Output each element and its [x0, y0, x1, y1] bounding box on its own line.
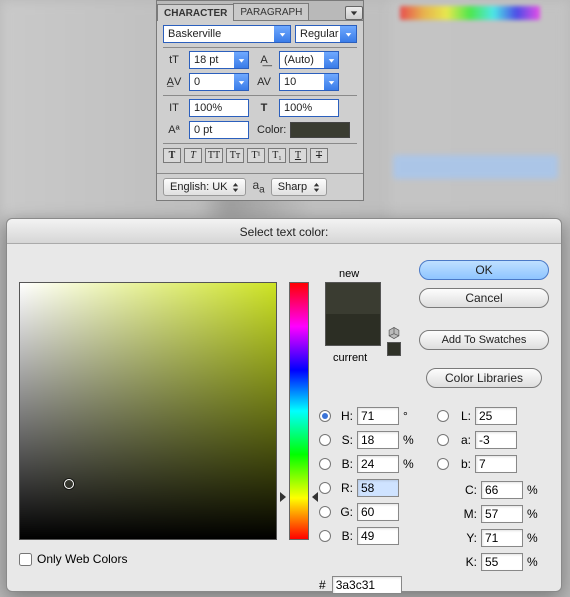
dialog-title: Select text color:: [7, 219, 561, 244]
radio-b[interactable]: [319, 458, 331, 470]
faux-italic-button[interactable]: T: [184, 148, 202, 163]
b-input[interactable]: [357, 455, 399, 473]
sv-crosshair-icon: [64, 479, 74, 489]
radio-h[interactable]: [319, 410, 331, 422]
radio-s[interactable]: [319, 434, 331, 446]
dropdown-arrow-icon: [234, 74, 248, 90]
radio-r[interactable]: [319, 482, 331, 494]
font-family-select[interactable]: Baskerville: [163, 25, 291, 43]
web-colors-input[interactable]: [19, 553, 32, 566]
l-input[interactable]: [475, 407, 517, 425]
gamut-warning-icon[interactable]: [387, 326, 401, 340]
antialias-icon: aa: [252, 178, 264, 195]
leading-field[interactable]: (Auto): [279, 51, 339, 69]
cancel-button[interactable]: Cancel: [419, 288, 549, 308]
character-panel: CHARACTER PARAGRAPH Baskerville Regular …: [156, 0, 364, 201]
hscale-field[interactable]: 100%: [279, 99, 339, 117]
k-input[interactable]: [481, 553, 523, 571]
stepper-arrows-icon: [313, 181, 323, 193]
antialias-select[interactable]: Sharp: [271, 178, 327, 196]
radio-a[interactable]: [437, 434, 449, 446]
tab-paragraph[interactable]: PARAGRAPH: [233, 3, 309, 20]
new-color-swatch[interactable]: [326, 283, 380, 314]
dropdown-arrow-icon: [274, 26, 290, 42]
text-color-swatch[interactable]: [290, 122, 350, 138]
baseline-field[interactable]: 0 pt: [189, 121, 249, 139]
g-input[interactable]: [357, 503, 399, 521]
dropdown-arrow-icon: [324, 52, 338, 68]
hex-input[interactable]: [332, 576, 402, 594]
lb-input[interactable]: [475, 455, 517, 473]
font-size-icon: tT: [163, 52, 185, 68]
tab-character[interactable]: CHARACTER: [157, 4, 234, 21]
hscale-icon: T: [253, 100, 275, 116]
h-input[interactable]: [357, 407, 399, 425]
saturation-value-box[interactable]: [19, 282, 277, 540]
m-input[interactable]: [481, 505, 523, 523]
ok-button[interactable]: OK: [419, 260, 549, 280]
r-input[interactable]: [357, 479, 399, 497]
new-color-label: new: [339, 268, 359, 280]
subscript-button[interactable]: T₁: [268, 148, 286, 163]
c-input[interactable]: [481, 481, 523, 499]
dropdown-arrow-icon: [234, 52, 248, 68]
superscript-button[interactable]: T¹: [247, 148, 265, 163]
font-size-field[interactable]: 18 pt: [189, 51, 249, 69]
radio-bl[interactable]: [319, 530, 331, 542]
color-compare-swatch: [325, 282, 381, 346]
font-style-value: Regular: [300, 28, 339, 40]
kerning-icon: A̲V: [163, 74, 185, 90]
color-label: Color:: [257, 124, 286, 136]
current-color-label: current: [333, 352, 367, 364]
a-input[interactable]: [475, 431, 517, 449]
bl-input[interactable]: [357, 527, 399, 545]
color-picker-dialog: Select text color: new current OK Cancel…: [6, 218, 562, 592]
kerning-field[interactable]: 0: [189, 73, 249, 91]
current-color-swatch[interactable]: [326, 314, 380, 345]
language-select[interactable]: English: UK: [163, 178, 246, 196]
hex-label: #: [319, 578, 326, 592]
tracking-icon: AV: [253, 74, 275, 90]
y-input[interactable]: [481, 529, 523, 547]
vscale-field[interactable]: 100%: [189, 99, 249, 117]
smallcaps-button[interactable]: Tᴛ: [226, 148, 244, 163]
allcaps-button[interactable]: TT: [205, 148, 223, 163]
dropdown-arrow-icon: [340, 26, 356, 42]
strikethrough-button[interactable]: T: [310, 148, 328, 163]
leading-icon: A͟: [253, 52, 275, 68]
radio-g[interactable]: [319, 506, 331, 518]
font-style-select[interactable]: Regular: [295, 25, 357, 43]
radio-l[interactable]: [437, 410, 449, 422]
panel-menu-button[interactable]: [345, 6, 363, 20]
web-colors-checkbox[interactable]: Only Web Colors: [19, 552, 127, 566]
vscale-icon: IT: [163, 100, 185, 116]
type-style-buttons: T T TT Tᴛ T¹ T₁ T T: [163, 148, 357, 163]
font-family-value: Baskerville: [168, 28, 221, 40]
tracking-field[interactable]: 10: [279, 73, 339, 91]
baseline-icon: Aª: [163, 122, 185, 138]
radio-lb[interactable]: [437, 458, 449, 470]
color-libraries-button[interactable]: Color Libraries: [426, 368, 542, 388]
underline-button[interactable]: T: [289, 148, 307, 163]
stepper-arrows-icon: [232, 181, 242, 193]
s-input[interactable]: [357, 431, 399, 449]
faux-bold-button[interactable]: T: [163, 148, 181, 163]
add-to-swatches-button[interactable]: Add To Swatches: [419, 330, 549, 350]
hue-slider[interactable]: [289, 282, 309, 540]
dropdown-arrow-icon: [324, 74, 338, 90]
gamut-swatch[interactable]: [387, 342, 401, 356]
